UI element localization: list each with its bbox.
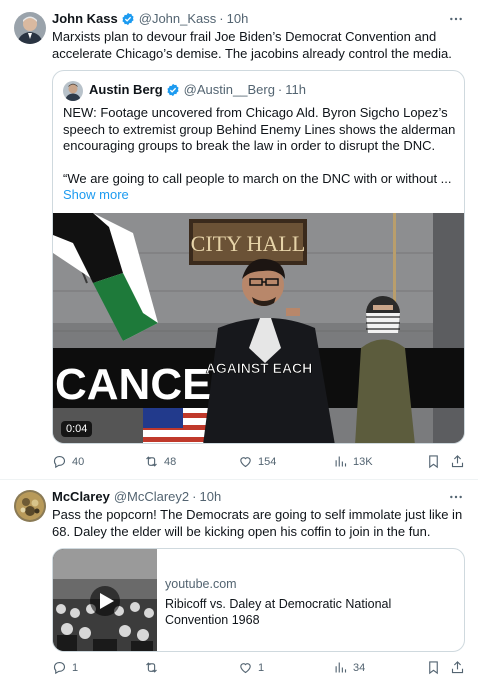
bookmark-button[interactable] [426,454,446,469]
tweet-actions: 40 48 154 13K [52,454,466,474]
video-player[interactable]: CITY HALL CANCEL T C [53,213,464,443]
author-name[interactable]: McClarey [52,489,110,504]
share-icon [451,661,464,674]
author-name[interactable]: John Kass [52,11,118,26]
reply-button[interactable]: 1 [52,660,78,675]
repost-button[interactable]: 48 [144,454,176,469]
reply-button[interactable]: 40 [52,454,84,469]
tweet-time[interactable]: 10h [227,11,249,26]
avatar-john-kass[interactable] [14,12,46,44]
like-button[interactable]: 154 [238,454,276,469]
like-icon [240,663,251,674]
repost-count: 48 [164,455,177,468]
avatar-austin-berg[interactable] [63,81,83,101]
quoted-paragraph-2: “We are going to call people to march on… [63,170,452,186]
tweet-text: Pass the popcorn! The Democrats are goin… [52,507,463,539]
like-count: 1 [258,661,265,674]
views-count: 34 [353,661,366,674]
share-button[interactable] [450,660,470,675]
reply-icon [53,661,66,675]
views-button[interactable]: 34 [333,660,365,675]
video-frame: CITY HALL CANCEL T C [53,213,464,443]
video-duration-badge: 0:04 [61,421,93,437]
video-caption-text: AGAINST EACH [206,360,313,376]
like-button[interactable]: 1 [238,660,264,675]
bookmark-icon [429,661,438,675]
views-button[interactable]: 13K [333,454,373,469]
author-handle[interactable]: @McClarey2 [114,489,189,504]
avatar-mcclarey[interactable] [14,490,46,522]
tweet-text: Marxists plan to devour frail Joe Biden’… [52,29,452,61]
repost-button[interactable] [144,660,164,675]
card-body: youtube.com Ribicoff vs. Daley at Democr… [165,576,455,628]
card-domain: youtube.com [165,577,237,591]
views-icon [335,456,347,467]
repost-icon [146,456,157,467]
quoted-tweet[interactable]: Austin Berg @Austin__Berg · 11h NEW: Foo… [52,70,465,444]
quoted-tweet-time[interactable]: 11h [285,82,306,97]
share-button[interactable] [450,454,470,469]
card-title[interactable]: Ribicoff vs. Daley at Democratic Nationa… [165,596,455,628]
like-icon [240,457,251,468]
reply-count: 1 [72,661,79,674]
repost-icon [146,662,157,673]
card-thumbnail [53,549,157,651]
link-card[interactable]: youtube.com Ribicoff vs. Daley at Democr… [52,548,465,652]
quoted-tweet-text: NEW: Footage uncovered from Chicago Ald.… [63,105,458,204]
city-hall-sign-text: CITY HALL [191,231,306,256]
more-icon[interactable] [448,11,464,27]
more-icon[interactable] [448,489,464,505]
reply-count: 40 [72,455,85,468]
author-handle[interactable]: @John_Kass [139,11,217,26]
tweet-header: John Kass @John_Kass · 10h [52,11,248,26]
share-icon [451,455,464,468]
like-count: 154 [258,455,277,468]
tweet-john-kass[interactable]: John Kass @John_Kass · 10h Marxists plan… [0,0,478,480]
verified-badge-icon [167,83,179,96]
quoted-author-name[interactable]: Austin Berg [89,82,163,97]
separator-dot: · [219,11,224,26]
quoted-tweet-header: Austin Berg @Austin__Berg · 11h [89,82,306,97]
bookmark-icon [429,455,438,469]
separator-dot: · [192,489,197,504]
tweet-time[interactable]: 10h [199,489,221,504]
quoted-paragraph-1: NEW: Footage uncovered from Chicago Ald.… [63,105,456,153]
show-more-link[interactable]: Show more [63,187,458,204]
views-count: 13K [353,455,373,468]
views-icon [335,662,347,673]
tweet-actions: 1 1 34 [52,660,466,680]
tweet-header: McClarey @McClarey2 · 10h [52,489,221,504]
reply-icon [53,455,66,469]
tweet-mcclarey[interactable]: McClarey @McClarey2 · 10h Pass the popco… [0,480,478,689]
verified-badge-icon [122,12,134,25]
quoted-author-handle[interactable]: @Austin__Berg [184,82,275,97]
separator-dot: · [277,82,283,97]
bookmark-button[interactable] [426,660,446,675]
